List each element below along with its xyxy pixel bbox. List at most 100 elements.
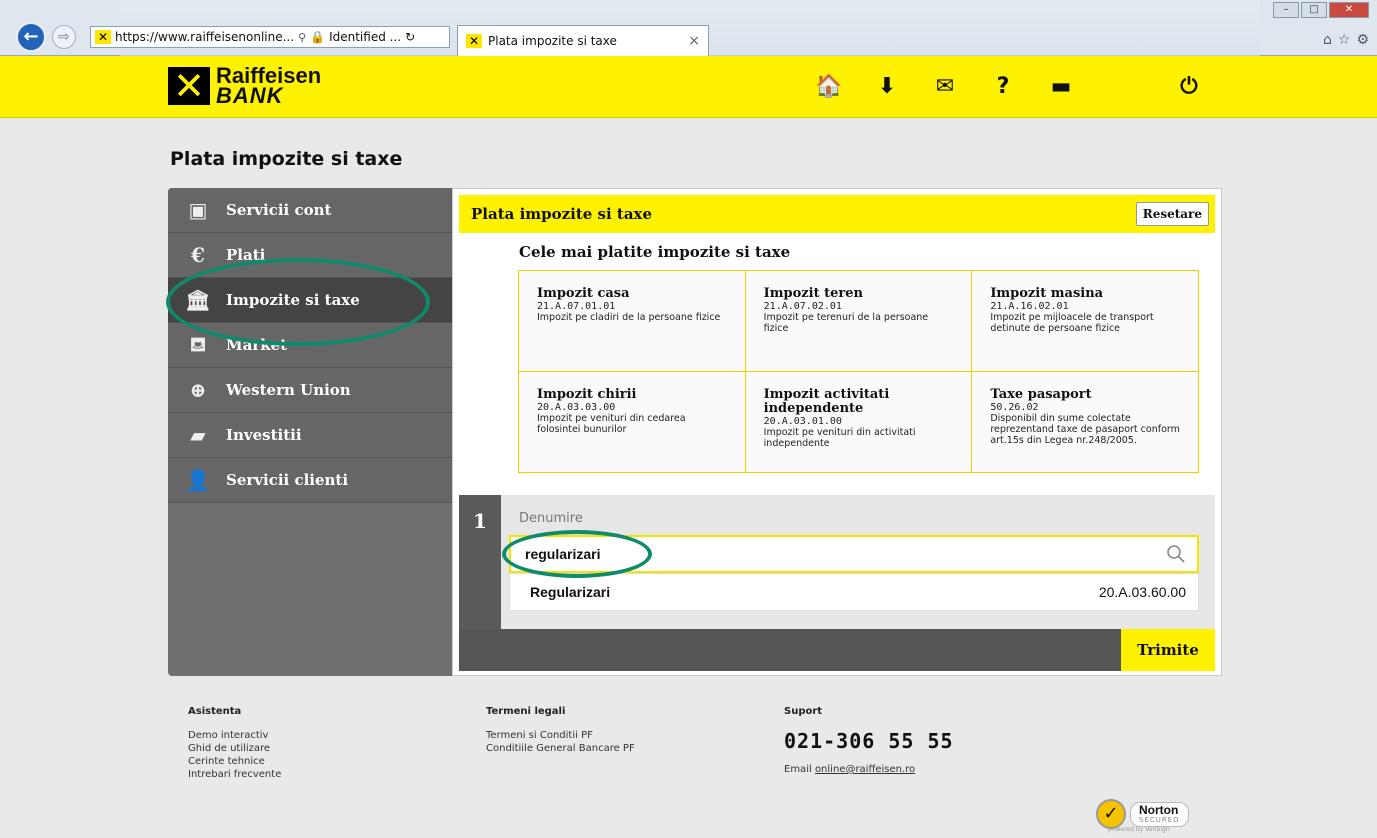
globe-icon: ⊕ bbox=[189, 378, 207, 402]
tax-name: Taxe pasaport bbox=[990, 387, 1092, 402]
minimize-button[interactable]: – bbox=[1273, 2, 1299, 18]
download-icon[interactable]: ⬇ bbox=[858, 72, 916, 102]
logo-mark-icon: ✕ bbox=[168, 67, 210, 105]
refresh-icon[interactable]: ↻ bbox=[405, 30, 415, 44]
logo-line-2: BANK bbox=[216, 83, 284, 108]
norton-text: Norton SECURED bbox=[1130, 801, 1189, 827]
basket-icon: ⛾ bbox=[189, 331, 207, 356]
tax-name: Impozit masina bbox=[990, 286, 1104, 301]
footer-link-intrebari[interactable]: Intrebari frecvente bbox=[188, 768, 281, 781]
sidebar-item-label: Western Union bbox=[226, 381, 351, 399]
sidebar-item-western-union[interactable]: ⊕ Western Union bbox=[168, 368, 452, 413]
tab-title: Plata impozite si taxe bbox=[488, 34, 617, 48]
institution-icon: 🏛 bbox=[185, 288, 211, 312]
norton-name: Norton bbox=[1139, 802, 1179, 817]
footer-link-conditii[interactable]: Conditiile General Bancare PF bbox=[486, 742, 635, 755]
footer-link-cerinte[interactable]: Cerinte tehnice bbox=[188, 755, 281, 768]
tax-description: Impozit pe terenuri de la persoane fizic… bbox=[763, 312, 929, 334]
browser-chrome: ← ⇨ ✕ https://www.raiffeisenonline... ⚲ … bbox=[0, 0, 1377, 56]
email-label: Email bbox=[784, 764, 812, 775]
forward-arrow-icon: ⇨ bbox=[58, 29, 70, 45]
popular-taxes-grid: Impozit casa 21.A.07.01.01 Impozit pe cl… bbox=[518, 270, 1199, 473]
address-bar[interactable]: ✕ https://www.raiffeisenonline... ⚲ 🔒 Id… bbox=[90, 26, 450, 48]
footer-link-termeni-pf[interactable]: Termeni si Conditii PF bbox=[486, 729, 635, 742]
footer-link-ghid[interactable]: Ghid de utilizare bbox=[188, 742, 281, 755]
sidebar-item-plati[interactable]: € Plati bbox=[168, 233, 452, 278]
step-number: 1 bbox=[459, 495, 501, 629]
search-dropdown-icon[interactable]: ⚲ bbox=[298, 31, 306, 44]
support-email-link[interactable]: online@raiffeisen.ro bbox=[815, 764, 915, 775]
raiffeisen-logo[interactable]: ✕ Raiffeisen BANK bbox=[168, 65, 321, 108]
norton-check-icon: ✓ bbox=[1096, 799, 1126, 829]
tax-name: Impozit casa bbox=[537, 286, 630, 301]
maximize-button[interactable]: □ bbox=[1301, 2, 1327, 18]
denumire-label: Denumire bbox=[519, 511, 583, 526]
tax-card-impozit-activitati[interactable]: Impozit activitati independente 20.A.03.… bbox=[744, 371, 973, 473]
search-field bbox=[509, 535, 1199, 573]
tax-code: 20.A.03.03.00 bbox=[537, 402, 616, 413]
forward-button[interactable]: ⇨ bbox=[52, 25, 76, 49]
browser-tab[interactable]: ✕ Plata impozite si taxe × bbox=[457, 25, 709, 56]
tax-description: Impozit pe venituri din activitati indep… bbox=[763, 427, 916, 449]
reset-button[interactable]: Resetare bbox=[1135, 202, 1209, 226]
panel-header: Plata impozite si taxe Resetare bbox=[459, 195, 1215, 233]
window-controls: – □ ✕ bbox=[1273, 2, 1369, 18]
tax-code: 50.26.02 bbox=[990, 402, 1039, 413]
tax-name: Impozit teren bbox=[763, 286, 863, 301]
step-1-area: 1 Denumire Regularizari 20.A.03.60.00 bbox=[459, 495, 1215, 629]
tax-card-impozit-chirii[interactable]: Impozit chirii 20.A.03.03.00 Impozit pe … bbox=[518, 371, 746, 473]
identity-label[interactable]: Identified ... bbox=[329, 30, 401, 44]
tax-code: 21.A.07.02.01 bbox=[763, 301, 842, 312]
back-button[interactable]: ← bbox=[16, 22, 46, 52]
mail-icon[interactable]: ✉ bbox=[916, 72, 974, 102]
sidebar-item-label: Investitii bbox=[226, 426, 302, 444]
settings-icon[interactable]: ⚙ bbox=[1356, 32, 1369, 48]
home-icon[interactable]: 🏠 bbox=[800, 72, 858, 102]
footer-asistenta: Asistenta Demo interactiv Ghid de utiliz… bbox=[188, 706, 281, 781]
tax-name: Impozit activitati independente bbox=[763, 387, 890, 416]
panel-footer-bar: Trimite bbox=[459, 629, 1215, 671]
favorites-icon[interactable]: ☆ bbox=[1338, 32, 1351, 48]
footer-heading-termeni: Termeni legali bbox=[486, 706, 566, 717]
sidebar-item-impozite-si-taxe[interactable]: 🏛 Impozite si taxe bbox=[168, 278, 452, 323]
site-favicon-icon: ✕ bbox=[95, 30, 111, 44]
help-icon[interactable]: ? bbox=[974, 72, 1032, 102]
currency-icon: € bbox=[191, 243, 205, 267]
submit-button[interactable]: Trimite bbox=[1121, 629, 1215, 671]
tax-card-impozit-masina[interactable]: Impozit masina 21.A.16.02.01 Impozit pe … bbox=[971, 270, 1199, 372]
sidebar-item-label: Servicii clienti bbox=[226, 471, 349, 489]
browser-toolbar-icons: ⌂ ☆ ⚙ bbox=[1323, 32, 1369, 48]
tax-code: 20.A.03.01.00 bbox=[763, 416, 842, 427]
tax-card-taxe-pasaport[interactable]: Taxe pasaport 50.26.02 Disponibil din su… bbox=[971, 371, 1199, 473]
logo-text: Raiffeisen BANK bbox=[216, 65, 321, 108]
sidebar-item-label: Plati bbox=[226, 246, 266, 264]
tax-name: Impozit chirii bbox=[537, 387, 637, 402]
back-arrow-icon: ← bbox=[23, 26, 39, 47]
sidebar-item-market[interactable]: ⛾ Market bbox=[168, 323, 452, 368]
tax-description: Impozit pe venituri din cedarea folosint… bbox=[537, 413, 686, 435]
sidebar-item-investitii[interactable]: ▰ Investitii bbox=[168, 413, 452, 458]
norton-powered-by: powered by VeriSign bbox=[1108, 826, 1170, 833]
tax-card-impozit-casa[interactable]: Impozit casa 21.A.07.01.01 Impozit pe cl… bbox=[518, 270, 746, 372]
power-icon[interactable]: ⏻ bbox=[1160, 72, 1218, 102]
sidebar-item-label: Impozite si taxe bbox=[226, 291, 360, 309]
sidebar-item-servicii-clienti[interactable]: 👤 Servicii clienti bbox=[168, 458, 452, 503]
search-input[interactable] bbox=[525, 546, 1125, 562]
tax-description: Impozit pe mijloacele de transport detin… bbox=[990, 312, 1154, 334]
sidebar-item-label: Servicii cont bbox=[226, 201, 332, 219]
tab-close-icon[interactable]: × bbox=[688, 33, 700, 49]
panel-title: Plata impozite si taxe bbox=[471, 205, 653, 223]
tab-favicon-icon: ✕ bbox=[466, 34, 482, 48]
app-header: ✕ Raiffeisen BANK 🏠 ⬇ ✉ ? ▬ ⏻ bbox=[0, 56, 1377, 118]
suggestion-row[interactable]: Regularizari 20.A.03.60.00 bbox=[509, 573, 1199, 611]
address-url[interactable]: https://www.raiffeisenonline... bbox=[115, 30, 294, 44]
support-phone: 021-306 55 55 bbox=[784, 729, 954, 753]
tax-card-impozit-teren[interactable]: Impozit teren 21.A.07.02.01 Impozit pe t… bbox=[744, 270, 973, 372]
close-window-button[interactable]: ✕ bbox=[1329, 2, 1369, 18]
search-icon[interactable] bbox=[1165, 543, 1187, 565]
print-icon[interactable]: ▬ bbox=[1032, 72, 1090, 102]
home-browser-icon[interactable]: ⌂ bbox=[1323, 32, 1332, 48]
footer-link-demo[interactable]: Demo interactiv bbox=[188, 729, 281, 742]
sidebar-item-servicii-cont[interactable]: ▣ Servicii cont bbox=[168, 188, 452, 233]
tax-code: 21.A.16.02.01 bbox=[990, 301, 1069, 312]
